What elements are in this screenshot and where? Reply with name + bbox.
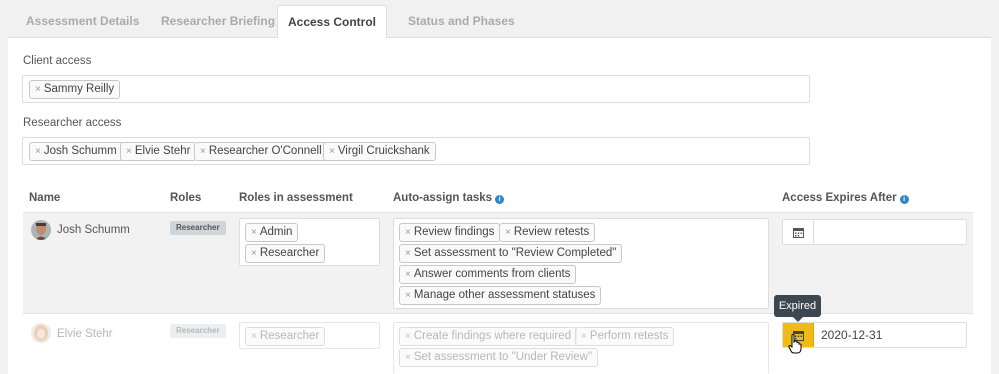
researcher-tag: × Virgil Cruickshank bbox=[323, 142, 436, 161]
remove-tag-icon[interactable]: × bbox=[405, 248, 411, 259]
calendar-icon bbox=[792, 227, 804, 238]
info-icon[interactable]: i bbox=[495, 195, 505, 204]
column-header-auto-assign: Auto-assign tasks i bbox=[393, 192, 505, 204]
researcher-access-label: Researcher access bbox=[23, 117, 122, 129]
role-badge: Researcher bbox=[170, 221, 226, 235]
task-tag: × Manage other assessment statuses bbox=[399, 286, 602, 305]
researcher-tag: × Elvie Stehr bbox=[120, 142, 197, 161]
tab-status-and-phases[interactable]: Status and Phases bbox=[408, 5, 515, 37]
calendar-button[interactable] bbox=[783, 220, 814, 244]
roles-in-assessment-input[interactable]: × Researcher bbox=[239, 322, 380, 349]
access-expires-field bbox=[782, 219, 967, 245]
remove-tag-icon[interactable]: × bbox=[251, 248, 257, 259]
remove-tag-icon[interactable]: × bbox=[35, 146, 41, 157]
remove-tag-icon[interactable]: × bbox=[200, 146, 206, 157]
avatar bbox=[31, 323, 51, 343]
tab-researcher-briefing[interactable]: Researcher Briefing bbox=[161, 5, 275, 37]
roles-in-assessment-input[interactable]: × Admin × Researcher bbox=[239, 218, 380, 266]
tab-bar: Assessment Details Researcher Briefing A… bbox=[8, 5, 999, 38]
tab-assessment-details[interactable]: Assessment Details bbox=[26, 5, 139, 37]
column-header-roles: Roles bbox=[170, 192, 202, 204]
task-tag: × Review findings bbox=[399, 223, 501, 242]
remove-tag-icon[interactable]: × bbox=[251, 331, 257, 342]
remove-tag-icon[interactable]: × bbox=[405, 269, 411, 280]
user-name: Elvie Stehr bbox=[57, 328, 113, 340]
client-tag: × Sammy Reilly bbox=[29, 80, 121, 99]
remove-tag-icon[interactable]: × bbox=[126, 146, 132, 157]
task-tag: × Set assessment to "Review Completed" bbox=[399, 244, 623, 263]
remove-tag-icon[interactable]: × bbox=[405, 331, 411, 342]
researcher-tag: × Josh Schumm bbox=[29, 142, 123, 161]
task-tag: × Answer comments from clients bbox=[399, 265, 577, 284]
role-tag: × Admin bbox=[245, 223, 299, 242]
remove-tag-icon[interactable]: × bbox=[251, 227, 257, 238]
column-header-roles-in-assessment: Roles in assessment bbox=[239, 192, 353, 204]
auto-assign-tasks-input[interactable]: × Create findings where required × Perform… bbox=[393, 322, 769, 374]
remove-tag-icon[interactable]: × bbox=[405, 352, 411, 363]
avatar bbox=[31, 220, 51, 240]
role-tag: × Researcher bbox=[245, 327, 326, 346]
task-tag: × Review retests bbox=[499, 223, 596, 242]
info-icon[interactable]: i bbox=[899, 195, 909, 204]
expired-tooltip: Expired bbox=[774, 295, 821, 322]
access-expires-field: 2020-12-31 bbox=[782, 322, 967, 348]
column-header-name: Name bbox=[29, 192, 61, 204]
user-name: Josh Schumm bbox=[57, 224, 130, 236]
remove-tag-icon[interactable]: × bbox=[505, 227, 511, 238]
auto-assign-tasks-input[interactable]: × Review findings × Review retests × Set as… bbox=[393, 218, 769, 309]
remove-tag-icon[interactable]: × bbox=[35, 84, 41, 95]
remove-tag-icon[interactable]: × bbox=[405, 290, 411, 301]
column-header-access-expires: Access Expires After i bbox=[782, 192, 909, 204]
client-access-label: Client access bbox=[23, 55, 92, 67]
task-tag: × Perform retests bbox=[575, 327, 675, 346]
role-tag: × Researcher bbox=[245, 244, 326, 263]
remove-tag-icon[interactable]: × bbox=[329, 146, 335, 157]
task-tag: × Set assessment to "Under Review" bbox=[399, 348, 599, 367]
client-access-input[interactable]: × Sammy Reilly bbox=[22, 75, 810, 103]
role-badge: Researcher bbox=[170, 324, 226, 338]
researcher-access-input[interactable]: × Josh Schumm × Elvie Stehr × Researcher O'… bbox=[22, 137, 810, 165]
remove-tag-icon[interactable]: × bbox=[581, 331, 587, 342]
expiry-date-input[interactable]: 2020-12-31 bbox=[821, 328, 882, 342]
hand-cursor-icon bbox=[788, 334, 802, 354]
tab-access-control[interactable]: Access Control bbox=[277, 5, 387, 38]
task-tag: × Create findings where required bbox=[399, 327, 578, 346]
researcher-tag: × Researcher O'Connell bbox=[194, 142, 328, 161]
remove-tag-icon[interactable]: × bbox=[405, 227, 411, 238]
